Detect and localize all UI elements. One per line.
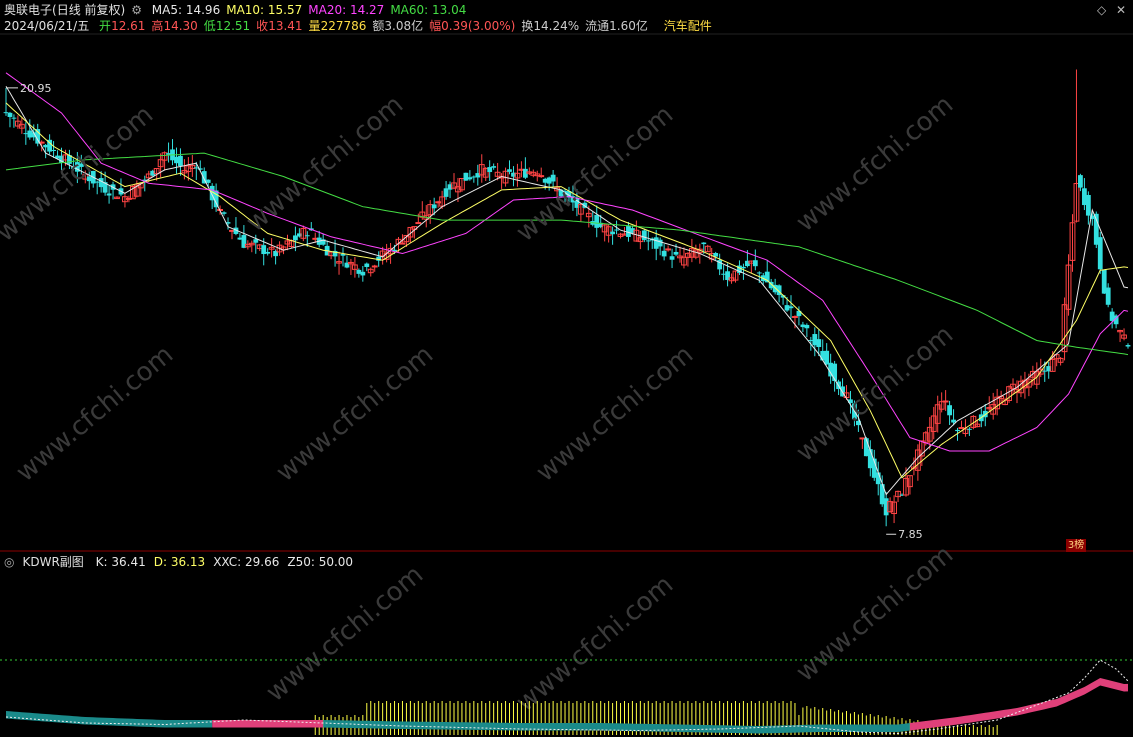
candle-body-down — [467, 177, 473, 180]
indicator-value-3: Z50: 50.00 — [287, 555, 354, 569]
indicator-value-0: K: 36.41 — [95, 555, 146, 569]
candle-body-down — [951, 419, 956, 423]
candle-body-down — [661, 250, 667, 257]
candle-body-down — [1078, 175, 1083, 188]
band-pink — [909, 678, 1128, 731]
high-label: 20.95 — [20, 82, 52, 95]
candle-body-down — [1125, 345, 1131, 347]
candle-body-up — [538, 175, 545, 178]
candle-body-down — [673, 251, 679, 255]
candle-body-down — [487, 167, 493, 173]
band-teal — [323, 720, 740, 734]
candle-body-down — [304, 235, 310, 237]
sub-indicator-header: ◎ KDWR副图 K: 36.41 D: 36.13 XXC: 29.66 Z50: 5… — [4, 555, 369, 569]
candle-body-up — [399, 242, 406, 245]
candle-body-down — [824, 350, 830, 365]
candle-body-down — [641, 230, 647, 240]
candlestick-chart[interactable]: 20.957.85www.cfchi.com www.cfchi.com www.c… — [0, 0, 1133, 737]
candle-body-down — [7, 112, 13, 117]
candle-body-down — [106, 193, 112, 196]
candle-body-down — [205, 179, 211, 183]
ma20-line — [5, 72, 1129, 452]
watermark-text: www.cfchi.com — [531, 340, 700, 488]
indicator-value-2: XXC: 29.66 — [213, 555, 280, 569]
candle-body-down — [645, 240, 651, 242]
watermark-text: www.cfchi.com — [0, 100, 159, 248]
candle-body-down — [955, 429, 960, 432]
indicator-values: K: 36.41 D: 36.13 XXC: 29.66 Z50: 50.00 — [96, 555, 361, 569]
candle-body-down — [947, 405, 952, 416]
candle-body-down — [756, 272, 762, 274]
candle-body-up — [415, 222, 422, 225]
candle-body-down — [657, 239, 663, 247]
candle-body-down — [550, 174, 556, 182]
candle-body-up — [958, 427, 965, 430]
band-pink — [212, 720, 324, 728]
watermark-text: www.cfchi.com — [261, 560, 430, 708]
band-teal — [6, 711, 213, 728]
candle-body-down — [1085, 194, 1091, 216]
watermark-text: www.cfchi.com — [241, 90, 410, 238]
candle-body-down — [221, 212, 227, 214]
candle-body-down — [701, 242, 707, 245]
watermark-text: www.cfchi.com — [791, 90, 960, 238]
candle-body-down — [463, 172, 469, 181]
candle-body-down — [253, 239, 259, 243]
candle-body-down — [1105, 287, 1111, 305]
candle-body-down — [804, 324, 810, 329]
watermark-text: www.cfchi.com — [791, 540, 960, 688]
candle-body-down — [816, 339, 822, 348]
candle-body-down — [741, 266, 746, 269]
candle-body-up — [371, 265, 378, 268]
low-label: 7.85 — [898, 528, 923, 541]
rank-badge[interactable]: 3榜 — [1066, 539, 1086, 552]
candle-body-down — [364, 263, 370, 267]
band-teal — [739, 723, 910, 734]
watermark-text: www.cfchi.com — [11, 340, 180, 488]
candle-body-down — [11, 117, 17, 119]
candle-body-down — [491, 166, 497, 168]
candle-body-down — [507, 169, 512, 172]
candle-body-down — [431, 204, 437, 209]
candle-body-down — [788, 306, 794, 309]
candle-body-down — [610, 231, 615, 235]
candle-body-down — [752, 260, 758, 267]
candle-body-down — [360, 271, 366, 276]
watermark-text: www.cfchi.com — [511, 570, 680, 718]
candle-body-down — [1097, 237, 1103, 270]
candle-body-down — [967, 428, 972, 430]
candle-body-up — [665, 248, 671, 251]
dropdown-icon[interactable]: ◎ — [4, 555, 14, 569]
candle-body-up — [792, 316, 798, 319]
candle-body-down — [51, 150, 56, 152]
candle-body-down — [614, 229, 619, 231]
indicator-value-1: D: 36.13 — [153, 555, 206, 569]
candle-body-down — [265, 251, 271, 254]
watermark-text: www.cfchi.com — [271, 340, 440, 488]
candle-body-down — [178, 155, 183, 166]
candle-body-down — [669, 256, 675, 260]
indicator-name[interactable]: KDWR副图 — [22, 555, 83, 569]
candle-body-up — [942, 400, 949, 403]
